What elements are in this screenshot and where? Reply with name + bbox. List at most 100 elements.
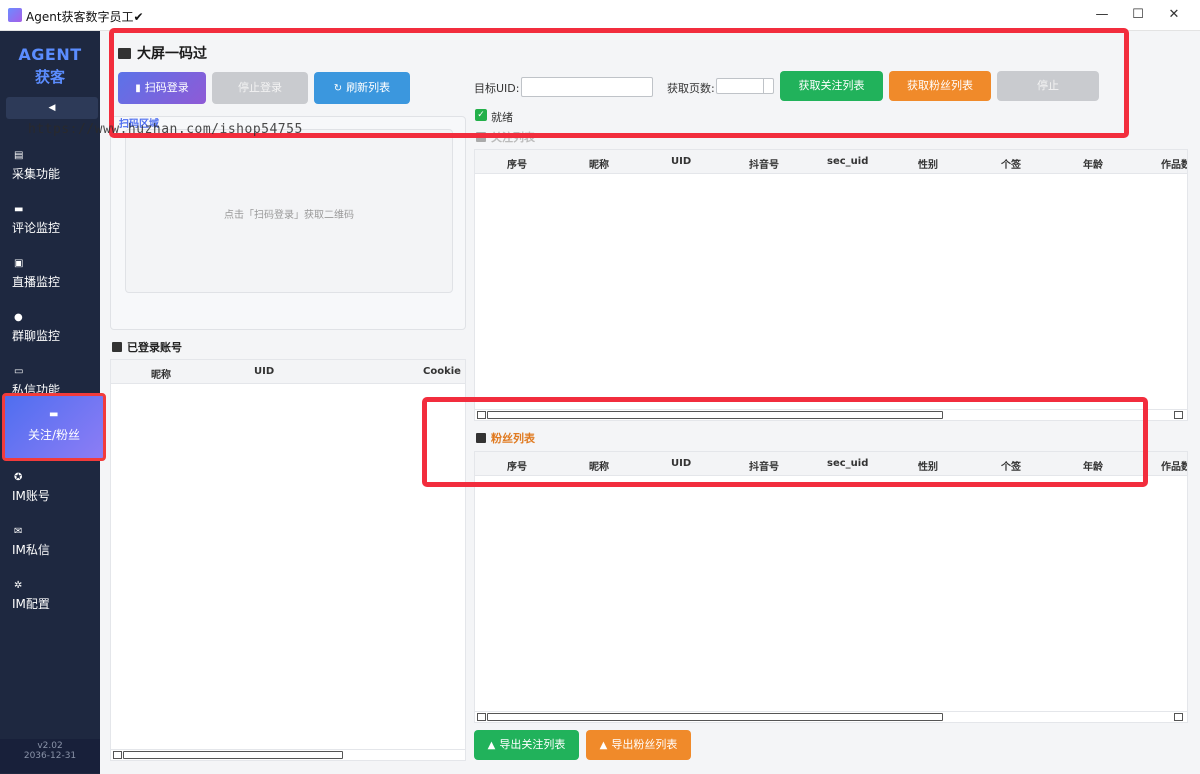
sidebar-item-follow-fans[interactable]: ▬ 关注/粉丝 <box>2 393 106 461</box>
column-header[interactable]: 昵称 <box>151 366 171 381</box>
spin-arrows-icon[interactable] <box>763 79 773 93</box>
sidebar-item-label: 评论监控 <box>12 221 61 235</box>
scroll-right-icon[interactable] <box>1174 713 1183 721</box>
maximize-button[interactable]: ☐ <box>1124 4 1152 26</box>
scan-login-button[interactable]: ▮ 扫码登录 <box>118 72 206 104</box>
export-following-button[interactable]: ▲ 导出关注列表 <box>474 730 579 760</box>
brand-name: AGENT <box>18 45 82 64</box>
sidebar-collapse-button[interactable]: ◀ <box>6 97 98 119</box>
column-header[interactable]: 年龄 <box>1083 458 1103 473</box>
app-window: Agent获客数字员工✔ — ☐ ✕ AGENT 获客 ◀ ▤ 采集功能 ▬ 评… <box>0 0 1200 774</box>
sidebar-item-label: IM配置 <box>12 597 50 611</box>
stop-button[interactable]: 停止 <box>997 71 1099 101</box>
sidebar-item-label: 直播监控 <box>12 275 61 289</box>
scroll-thumb[interactable] <box>487 411 943 419</box>
gear-icon: ✲ <box>14 580 23 591</box>
qr-area: 点击「扫码登录」获取二维码 <box>125 129 453 293</box>
status-checkbox[interactable]: ✓ <box>475 109 487 121</box>
status-text: 就绪 <box>491 111 513 124</box>
sidebar-item-im-config[interactable]: ✲ IM配置 <box>4 571 98 621</box>
window-title: Agent获客数字员工✔ <box>26 10 144 24</box>
sidebar-item-im-account[interactable]: ✪ IM账号 <box>4 463 98 513</box>
fans-icon <box>476 433 486 443</box>
column-header[interactable]: 昵称 <box>589 458 609 473</box>
stop-login-button[interactable]: 停止登录 <box>212 72 308 104</box>
accounts-table-header: 昵称 UID Cookie <box>111 360 465 384</box>
sidebar-item-label: 采集功能 <box>12 167 61 181</box>
fans-hscrollbar[interactable] <box>475 711 1187 722</box>
sidebar-item-label: 群聊监控 <box>12 329 61 343</box>
fans-title: 粉丝列表 <box>476 430 535 446</box>
column-header[interactable]: UID <box>671 458 691 469</box>
monitor-icon <box>118 48 131 59</box>
version-info: v2.02 2036-12-31 <box>0 739 100 773</box>
mail-icon: ▭ <box>14 366 24 377</box>
column-header[interactable]: 个签 <box>1001 458 1021 473</box>
export-icon: ▲ <box>487 740 496 751</box>
qr-hint: 点击「扫码登录」获取二维码 <box>224 210 354 221</box>
brand-subtitle: 获客 <box>34 68 65 86</box>
monitor-icon: ▬ <box>49 409 59 420</box>
column-header[interactable]: 年龄 <box>1083 156 1103 171</box>
pages-spinbox[interactable] <box>716 78 774 94</box>
sidebar: AGENT 获客 ◀ ▤ 采集功能 ▬ 评论监控 ▣ 直播监控 ● 群聊监控 ▭… <box>0 31 106 774</box>
accounts-hscrollbar[interactable] <box>111 749 465 760</box>
column-header[interactable]: 作品数 <box>1161 156 1187 171</box>
following-hscrollbar[interactable] <box>475 409 1187 420</box>
column-header[interactable]: UID <box>671 156 691 167</box>
sidebar-item-label: IM私信 <box>12 543 50 557</box>
get-fans-button[interactable]: 获取粉丝列表 <box>889 71 991 101</box>
get-following-button[interactable]: 获取关注列表 <box>780 71 883 101</box>
sidebar-item-collect[interactable]: ▤ 采集功能 <box>4 141 98 191</box>
export-fans-button[interactable]: ▲ 导出粉丝列表 <box>586 730 691 760</box>
title-bar: Agent获客数字员工✔ — ☐ ✕ <box>0 0 1200 31</box>
close-button[interactable]: ✕ <box>1160 4 1188 26</box>
sidebar-item-im-message[interactable]: ✉ IM私信 <box>4 517 98 567</box>
accounts-table: 昵称 UID Cookie <box>110 359 466 761</box>
page-title: 大屏一码过 <box>118 43 207 63</box>
column-header[interactable]: 抖音号 <box>749 458 779 473</box>
vertical-scrollbar-track[interactable] <box>1188 31 1200 774</box>
minimize-button[interactable]: — <box>1088 4 1116 26</box>
watermark: https://www.huzhan.com/ishop54755 <box>28 122 303 137</box>
column-header[interactable]: 个签 <box>1001 156 1021 171</box>
sidebar-item-label: IM账号 <box>12 489 50 503</box>
envelope-icon: ✉ <box>14 526 23 537</box>
column-header[interactable]: 昵称 <box>589 156 609 171</box>
column-header[interactable]: 性别 <box>918 156 938 171</box>
sidebar-item-live-monitor[interactable]: ▣ 直播监控 <box>4 249 98 299</box>
list-icon: ▤ <box>14 150 24 161</box>
column-header[interactable]: sec_uid <box>827 156 868 167</box>
scroll-left-icon[interactable] <box>477 713 486 721</box>
im-account-icon: ✪ <box>14 472 23 483</box>
scroll-left-icon[interactable] <box>113 751 122 759</box>
column-header[interactable]: Cookie <box>423 366 461 377</box>
sidebar-item-comment-monitor[interactable]: ▬ 评论监控 <box>4 195 98 245</box>
scroll-thumb[interactable] <box>487 713 943 721</box>
following-title: 关注列表 <box>476 129 535 145</box>
column-header[interactable]: 序号 <box>507 156 527 171</box>
following-icon <box>476 132 486 142</box>
main-content: 大屏一码过 ▮ 扫码登录 停止登录 ↻ 刷新列表 目标UID: 获取页数: 获取关注… <box>100 28 1200 774</box>
target-uid-input[interactable] <box>521 77 653 97</box>
column-header[interactable]: sec_uid <box>827 458 868 469</box>
expiry-date: 2036-12-31 <box>23 751 77 761</box>
sidebar-item-group-monitor[interactable]: ● 群聊监控 <box>4 303 98 353</box>
refresh-list-button[interactable]: ↻ 刷新列表 <box>314 72 410 104</box>
version-number: v2.02 <box>37 741 63 751</box>
column-header[interactable]: 序号 <box>507 458 527 473</box>
phone-icon: ▮ <box>135 83 141 94</box>
document-icon <box>112 342 122 352</box>
qr-panel: 扫码区域 点击「扫码登录」获取二维码 <box>110 116 466 330</box>
scroll-right-icon[interactable] <box>1174 411 1183 419</box>
column-header[interactable]: 抖音号 <box>749 156 779 171</box>
refresh-icon: ↻ <box>333 83 343 94</box>
scroll-thumb[interactable] <box>123 751 343 759</box>
column-header[interactable]: UID <box>254 366 274 377</box>
column-header[interactable]: 性别 <box>918 458 938 473</box>
comment-icon: ▬ <box>14 204 24 215</box>
scroll-left-icon[interactable] <box>477 411 486 419</box>
column-header[interactable]: 作品数 <box>1161 458 1187 473</box>
tv-icon: ▣ <box>14 258 24 269</box>
app-icon <box>8 8 22 22</box>
